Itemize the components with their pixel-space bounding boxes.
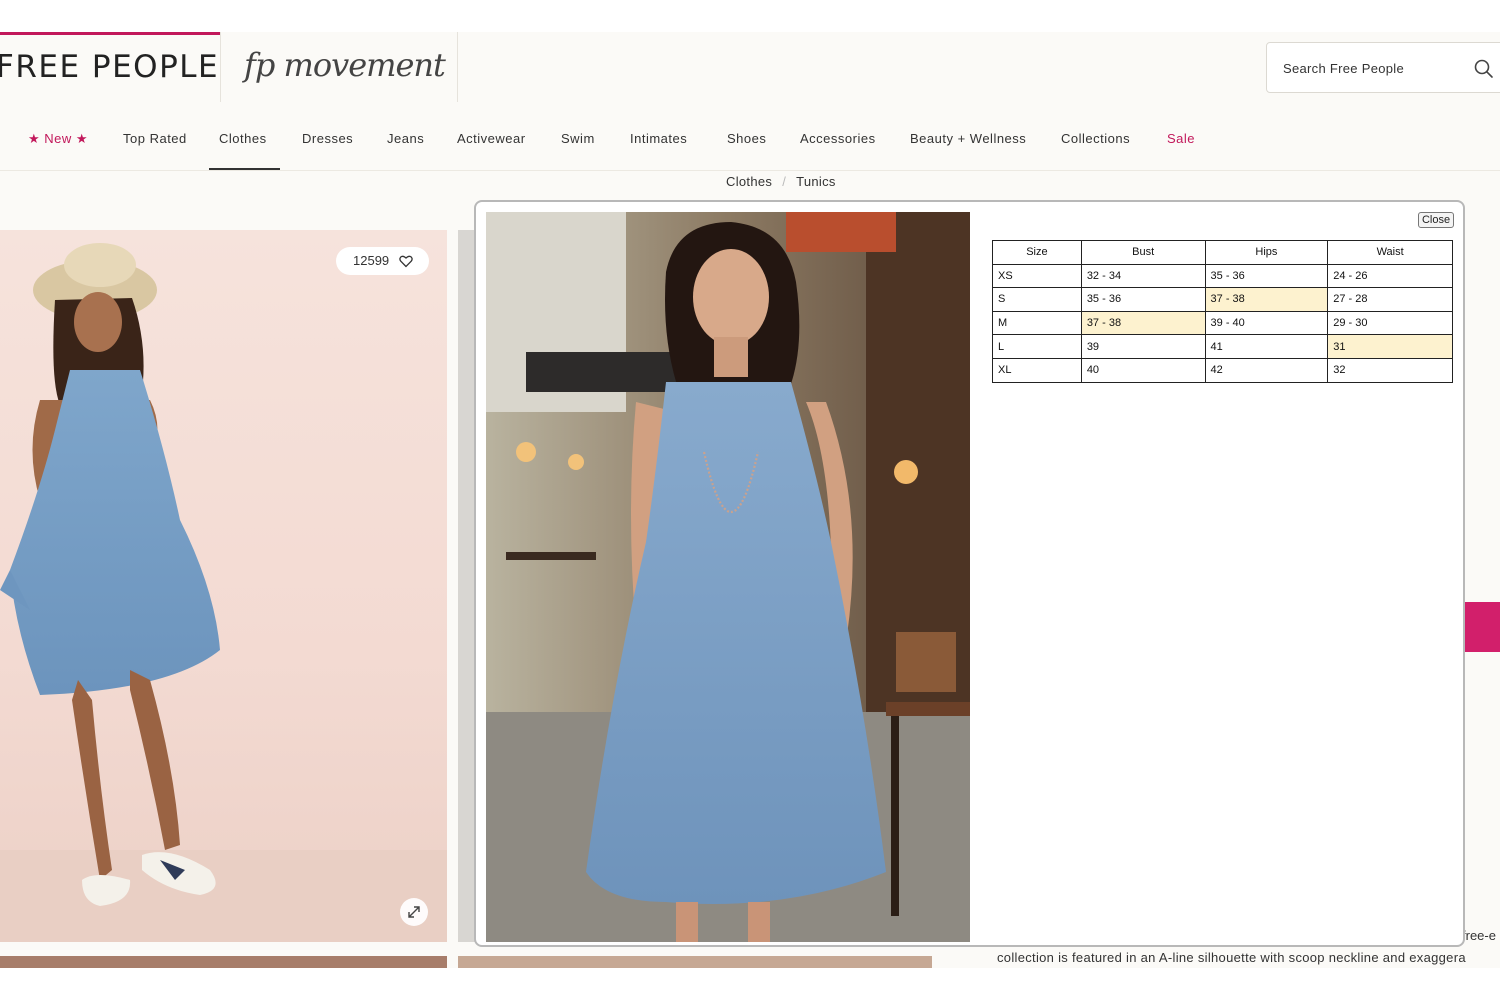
column-header-bust: Bust: [1080, 240, 1206, 265]
cell-size: XS: [992, 263, 1082, 289]
cell-bust: 40: [1080, 357, 1206, 383]
cell-waist: 27 - 28: [1327, 287, 1453, 312]
nav-item-beauty-wellness[interactable]: Beauty + Wellness: [910, 128, 1026, 150]
sub-brand-name: fp movement: [244, 46, 446, 84]
table-header-row: Size Bust Hips Waist: [992, 240, 1453, 265]
star-icon: ★: [28, 131, 41, 146]
brand-name: FREE PEOPLE: [0, 49, 220, 85]
cell-size: M: [992, 310, 1082, 336]
model-photo-modal: [486, 212, 970, 942]
nav-item-top-rated[interactable]: Top Rated: [123, 128, 187, 150]
cell-bust: 32 - 34: [1080, 263, 1206, 289]
column-header-hips: Hips: [1204, 240, 1329, 265]
product-description-fragment: free-e: [1462, 928, 1496, 943]
site-header: FREE PEOPLE fp movement: [0, 32, 1500, 102]
cell-hips: 35 - 36: [1204, 263, 1329, 289]
close-button[interactable]: Close: [1418, 212, 1454, 228]
breadcrumb-tunics[interactable]: Tunics: [796, 174, 836, 189]
breadcrumb-separator: /: [782, 174, 787, 189]
sub-brand-logo[interactable]: fp movement: [222, 32, 458, 102]
star-icon: ★: [75, 131, 89, 146]
nav-item-accessories[interactable]: Accessories: [800, 128, 876, 150]
heart-icon: [399, 255, 413, 268]
table-row: S 35 - 36 37 - 38 27 - 28: [992, 287, 1453, 312]
breadcrumb: Clothes / Tunics: [726, 174, 836, 194]
product-thumbnail-strip[interactable]: [0, 956, 447, 968]
table-row: XS 32 - 34 35 - 36 24 - 26: [992, 263, 1453, 289]
cell-size: S: [992, 287, 1082, 312]
nav-item-shoes[interactable]: Shoes: [727, 128, 766, 150]
table-row: XL 40 42 32: [992, 357, 1453, 383]
table-row: L 39 41 31: [992, 334, 1453, 359]
column-header-size: Size: [992, 240, 1082, 265]
product-description: collection is featured in an A-line silh…: [997, 950, 1466, 965]
model-photo-street: [486, 212, 970, 942]
add-to-bag-button[interactable]: [1462, 602, 1500, 652]
nav-divider: [0, 170, 1500, 171]
search-input[interactable]: [1283, 57, 1463, 79]
nav-item-swim[interactable]: Swim: [561, 128, 595, 150]
nav-item-jeans[interactable]: Jeans: [387, 128, 424, 150]
nav-item-label: New: [44, 131, 72, 146]
breadcrumb-clothes[interactable]: Clothes: [726, 174, 772, 189]
nav-item-sale[interactable]: Sale: [1167, 128, 1195, 150]
nav-item-collections[interactable]: Collections: [1061, 128, 1130, 150]
table-row: M 37 - 38 39 - 40 29 - 30: [992, 310, 1453, 336]
nav-item-intimates[interactable]: Intimates: [630, 128, 687, 150]
brand-logo[interactable]: FREE PEOPLE: [0, 32, 220, 102]
cell-waist-highlighted: 31: [1327, 334, 1453, 359]
cell-size: L: [992, 334, 1082, 359]
nav-item-new[interactable]: ★ New ★: [28, 128, 88, 150]
size-chart-table: Size Bust Hips Waist XS 32 - 34 35 - 36 …: [992, 240, 1453, 383]
nav-item-clothes[interactable]: Clothes: [219, 128, 267, 150]
product-image-main[interactable]: 12599: [0, 230, 447, 942]
expand-icon: [408, 906, 420, 918]
cell-waist: 32: [1327, 357, 1453, 383]
cell-waist: 29 - 30: [1327, 310, 1453, 336]
expand-image-button[interactable]: [400, 898, 428, 926]
nav-item-activewear[interactable]: Activewear: [457, 128, 526, 150]
cell-bust: 35 - 36: [1080, 287, 1206, 312]
cell-bust: 39: [1080, 334, 1206, 359]
size-chart-modal: Close Size Bust Hips Waist XS 32 - 34 35…: [474, 200, 1465, 947]
cell-hips: 42: [1204, 357, 1329, 383]
product-thumbnail-strip[interactable]: [458, 956, 932, 968]
search-box: [1266, 42, 1500, 93]
cell-size: XL: [992, 357, 1082, 383]
model-photo-left: [0, 243, 447, 942]
cell-hips: 39 - 40: [1204, 310, 1329, 336]
search-icon[interactable]: [1473, 58, 1495, 80]
cell-waist: 24 - 26: [1327, 263, 1453, 289]
like-button[interactable]: 12599: [336, 247, 429, 275]
main-nav: ★ New ★ Top Rated Clothes Dresses Jeans …: [0, 118, 1500, 170]
column-header-waist: Waist: [1327, 240, 1453, 265]
brand-divider: [220, 32, 221, 102]
cell-hips-highlighted: 37 - 38: [1204, 287, 1329, 312]
like-count: 12599: [353, 253, 390, 268]
nav-item-dresses[interactable]: Dresses: [302, 128, 353, 150]
cell-hips: 41: [1204, 334, 1329, 359]
cell-bust-highlighted: 37 - 38: [1080, 310, 1206, 336]
